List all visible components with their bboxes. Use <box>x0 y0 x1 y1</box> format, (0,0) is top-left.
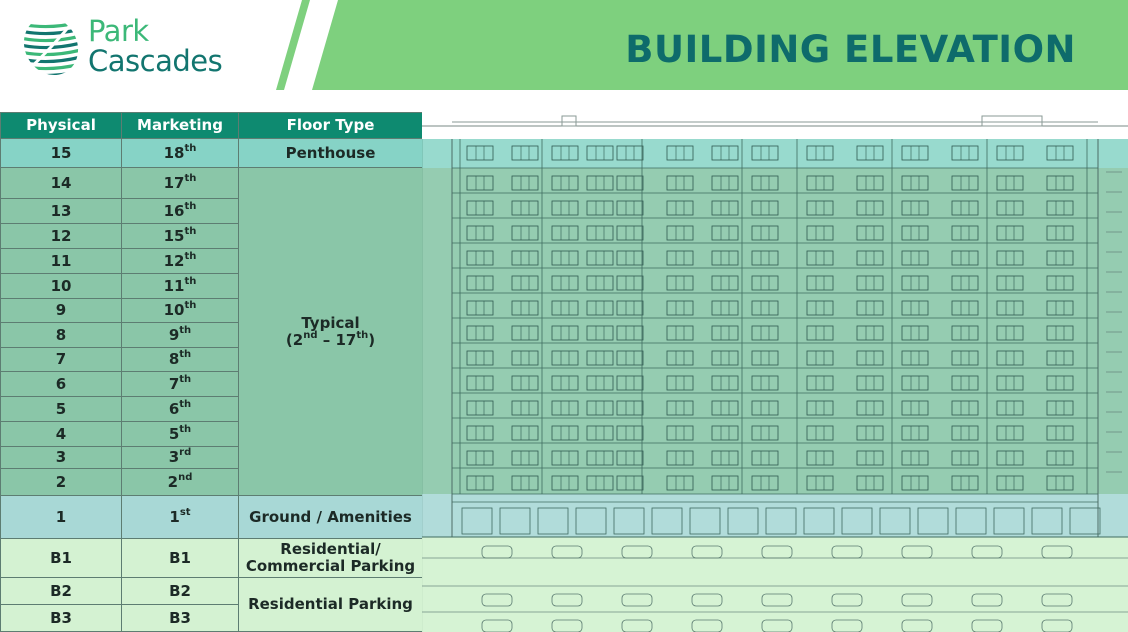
marketing-cell: 1st <box>121 495 239 539</box>
physical-cell: 6 <box>0 371 122 397</box>
marketing-cell: B1 <box>121 538 239 578</box>
typical-band <box>422 168 1128 494</box>
marketing-cell: B2 <box>121 577 239 605</box>
marketing-cell: 2nd <box>121 468 239 496</box>
header-accent-stripe <box>276 0 310 90</box>
brand-line-1: Park <box>88 14 149 48</box>
marketing-cell: 16th <box>121 198 239 224</box>
marketing-cell: 17th <box>121 167 239 199</box>
physical-cell: 8 <box>0 322 122 348</box>
elevation-svg <box>422 112 1128 632</box>
physical-cell: 1 <box>0 495 122 539</box>
ground-band <box>422 494 1128 537</box>
marketing-cell: 11th <box>121 273 239 299</box>
typical-range: (2nd – 17th) <box>285 329 376 349</box>
header-floor-type: Floor Type <box>238 112 423 139</box>
building-elevation-drawing <box>422 112 1128 632</box>
marketing-cell: B3 <box>121 604 239 632</box>
physical-cell: 9 <box>0 298 122 323</box>
physical-cell: 12 <box>0 223 122 249</box>
marketing-cell: 7th <box>121 371 239 397</box>
typical-label: Typical <box>301 313 360 332</box>
marketing-cell: 5th <box>121 421 239 447</box>
physical-cell: 7 <box>0 347 122 372</box>
table-row: B1 B1 Residential/Commercial Parking <box>0 538 423 578</box>
floor-type-commercial-parking: Residential/Commercial Parking <box>238 538 423 578</box>
marketing-cell: 15th <box>121 223 239 249</box>
physical-cell: B2 <box>0 577 122 605</box>
physical-cell: B1 <box>0 538 122 578</box>
table-row: 14 17th Typical (2nd – 17th) <box>0 167 423 496</box>
header-marketing: Marketing <box>121 112 239 139</box>
physical-cell: 10 <box>0 273 122 299</box>
marketing-cell: 9th <box>121 322 239 348</box>
marketing-cell: 18th <box>121 138 239 168</box>
marketing-cell: 8th <box>121 347 239 372</box>
marketing-cell: 12th <box>121 248 239 274</box>
marketing-cell: 6th <box>121 396 239 422</box>
floor-type-residential-parking: Residential Parking <box>238 577 423 632</box>
page-header: BUILDING ELEVATION Park Cascades <box>0 0 1128 110</box>
physical-cell: 11 <box>0 248 122 274</box>
table-header-row: Physical Marketing Floor Type <box>0 112 423 139</box>
marketing-cell: 3rd <box>121 446 239 469</box>
leaf-logo-icon <box>18 12 80 78</box>
physical-cell: 4 <box>0 421 122 447</box>
floor-table: Physical Marketing Floor Type 15 18th Pe… <box>0 112 423 632</box>
physical-cell: 2 <box>0 468 122 496</box>
penthouse-band <box>422 139 1128 168</box>
physical-cell: 13 <box>0 198 122 224</box>
table-row: 15 18th Penthouse <box>0 138 423 168</box>
table-row: 1 1st Ground / Amenities <box>0 495 423 539</box>
brand-line-2: Cascades <box>88 44 223 78</box>
floor-type-ground: Ground / Amenities <box>238 495 423 539</box>
table-row: B2 B2 Residential Parking <box>0 577 423 632</box>
physical-cell: 3 <box>0 446 122 469</box>
marketing-cell: 10th <box>121 298 239 323</box>
parking-band <box>422 537 1128 632</box>
floor-type-typical: Typical (2nd – 17th) <box>238 167 423 496</box>
page-title: BUILDING ELEVATION <box>625 28 1076 71</box>
physical-cell: 5 <box>0 396 122 422</box>
physical-cell: 15 <box>0 138 122 168</box>
brand-logo: Park Cascades <box>14 8 244 88</box>
brand-wordmark: Park Cascades <box>88 14 223 78</box>
floor-type-penthouse: Penthouse <box>238 138 423 168</box>
header-physical: Physical <box>0 112 122 139</box>
physical-cell: B3 <box>0 604 122 632</box>
physical-cell: 14 <box>0 167 122 199</box>
